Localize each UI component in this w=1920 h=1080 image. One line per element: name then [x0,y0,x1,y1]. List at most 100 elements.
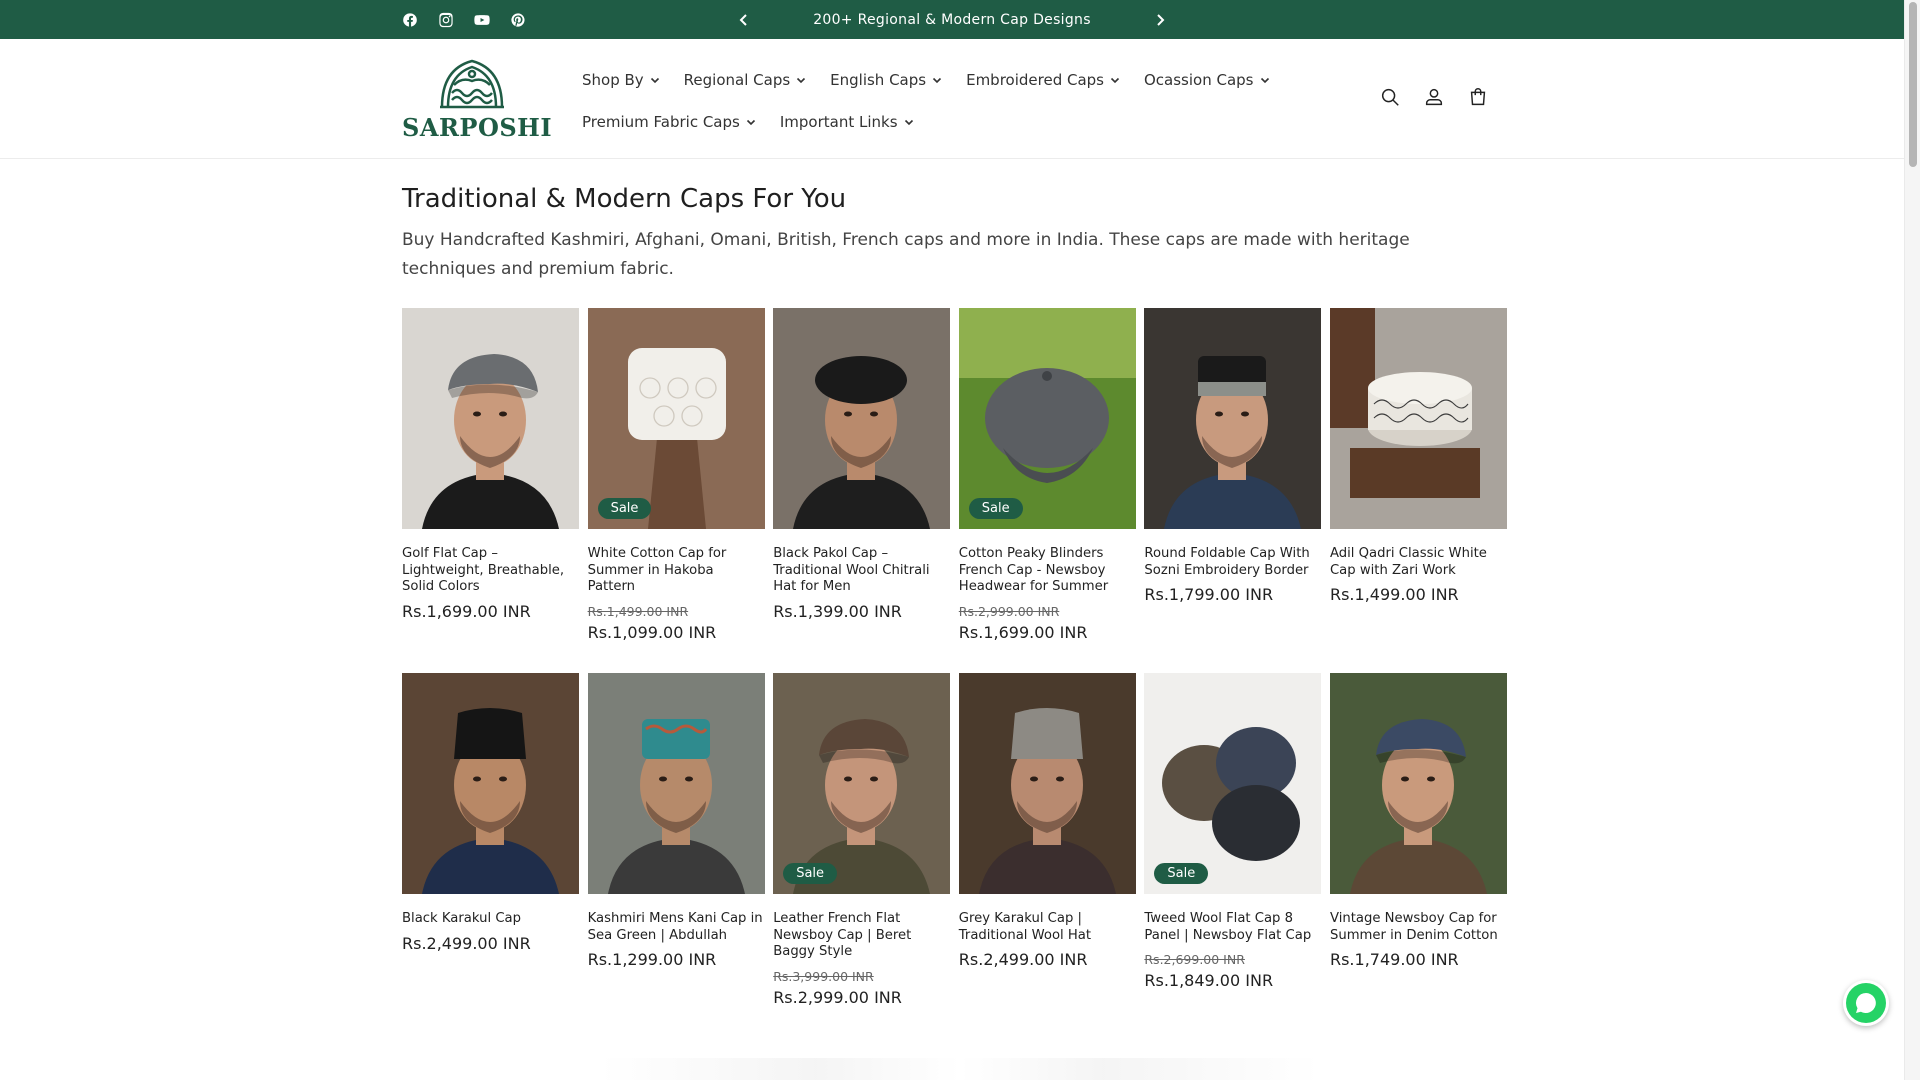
product-card[interactable]: Adil Qadri Classic White Cap with Zari W… [1329,308,1507,673]
product-price: Rs.1,699.00 INR [402,601,531,621]
chevron-left-icon[interactable] [732,8,756,32]
product-regular-price: Rs.2,699.00 INR [1144,952,1245,967]
chevron-down-icon [1260,71,1270,89]
nav-item-label: Embroidered Caps [966,71,1104,89]
announcement-bar: 200+ Regional & Modern Cap Designs [0,0,1904,39]
product-grid: Golf Flat Cap – Lightweight, Breathable,… [402,308,1507,1038]
youtube-icon[interactable] [472,10,492,30]
nav-item-regional-caps[interactable]: Regional Caps [672,71,818,89]
product-image[interactable]: Sale [773,673,951,894]
product-name[interactable]: Black Karakul Cap [402,911,579,928]
search-icon[interactable] [1378,85,1402,109]
product-card[interactable]: Grey Karakul Cap | Traditional Wool Hat R… [958,673,1136,1038]
nav-item-label: Important Links [779,113,898,131]
product-price: Rs.2,999.00 INR [773,987,902,1007]
product-price: Rs.1,849.00 INR [1144,971,1274,990]
product-price: Rs.1,699.00 INR [958,622,1088,642]
nav-item-label: Shop By [582,71,644,89]
product-name[interactable]: Round Foldable Cap With Sozni Embroidery… [1144,546,1321,579]
product-card[interactable]: Black Pakol Cap – Traditional Wool Chitr… [773,308,951,673]
collection-description: Buy Handcrafted Kashmiri, Afghani, Omani… [402,230,1410,279]
nav-item-premium-fabric-caps[interactable]: Premium Fabric Caps [570,113,768,131]
product-image[interactable] [1144,308,1322,529]
product-price: Rs.1,499.00 INR [1329,585,1459,604]
product-card[interactable]: Round Foldable Cap With Sozni Embroidery… [1144,308,1322,673]
product-regular-price: Rs.1,499.00 INR [587,603,689,619]
collection-title: Traditional & Modern Caps For You [402,184,847,214]
product-price: Rs.1,799.00 INR [1144,585,1274,604]
product-regular-price: Rs.3,999.00 INR [773,968,874,984]
site-logo[interactable]: SARPOSHI [402,55,553,143]
nav-item-label: Regional Caps [683,71,791,89]
product-name[interactable]: Cotton Peaky Blinders French Cap - Newsb… [959,546,1136,596]
main-navigation: Shop By Regional Caps English Caps Embroide… [570,59,1269,143]
product-price: Rs.1,749.00 INR [1329,950,1459,969]
product-image[interactable]: Sale [958,308,1136,529]
product-card[interactable]: Kashmiri Mens Kani Cap in Sea Green | Ab… [587,673,765,1038]
whatsapp-icon [1846,983,1886,1023]
product-price: Rs.2,499.00 INR [402,933,531,953]
logo-text: SARPOSHI [402,113,553,142]
sale-badge: Sale [783,863,838,884]
facebook-icon[interactable] [400,10,420,30]
product-price: Rs.1,299.00 INR [587,950,717,969]
nav-row-2: Premium Fabric Caps Important Links [570,101,1230,143]
social-links [400,10,528,30]
chevron-down-icon [650,71,660,89]
product-card[interactable]: Sale Cotton Peaky Blinders French Cap - N… [958,308,1136,673]
product-name[interactable]: Leather French Flat Newsboy Cap | Beret … [773,911,950,961]
product-name[interactable]: Black Pakol Cap – Traditional Wool Chitr… [773,546,950,596]
announcement-slider: 200+ Regional & Modern Cap Designs [732,0,1172,39]
nav-item-important-links[interactable]: Important Links [768,113,926,131]
chevron-down-icon [904,113,914,131]
page-scrollbar[interactable] [1904,0,1920,1080]
product-name[interactable]: Grey Karakul Cap | Traditional Wool Hat [959,911,1136,944]
product-image[interactable]: Sale [587,308,765,529]
product-image[interactable] [1329,673,1507,894]
chevron-right-icon[interactable] [1148,8,1172,32]
product-name[interactable]: Vintage Newsboy Cap for Summer in Denim … [1330,911,1507,944]
product-card[interactable]: Golf Flat Cap – Lightweight, Breathable,… [402,308,579,673]
product-image[interactable] [402,308,579,529]
product-card[interactable]: Sale Tweed Wool Flat Cap 8 Panel | Newsbo… [1144,673,1322,1038]
product-price: Rs.1,099.00 INR [587,622,717,642]
nav-item-label: Premium Fabric Caps [582,113,740,131]
product-image[interactable] [958,673,1136,894]
product-image[interactable] [773,308,951,529]
nav-item-ocassion-caps[interactable]: Ocassion Caps [1132,71,1282,89]
sale-badge: Sale [597,498,652,519]
chevron-down-icon [1110,71,1120,89]
product-card[interactable]: Black Karakul Cap Rs.2,499.00 INR [402,673,579,1038]
product-card[interactable]: Sale Leather French Flat Newsboy Cap | Be… [773,673,951,1038]
product-card[interactable]: Sale White Cotton Cap for Summer in Hakob… [587,308,765,673]
nav-item-embroidered-caps[interactable]: Embroidered Caps [954,71,1132,89]
product-name[interactable]: White Cotton Cap for Summer in Hakoba Pa… [588,546,765,596]
product-card[interactable]: Vintage Newsboy Cap for Summer in Denim … [1329,673,1507,1038]
product-regular-price: Rs.2,999.00 INR [958,603,1060,619]
sale-badge: Sale [1154,863,1209,884]
next-row-preview [600,1058,1320,1080]
announcement-text[interactable]: 200+ Regional & Modern Cap Designs [813,12,1091,28]
whatsapp-button[interactable] [1843,980,1889,1026]
product-price: Rs.2,499.00 INR [958,950,1088,969]
sale-badge: Sale [968,498,1023,519]
pinterest-icon[interactable] [508,10,528,30]
chevron-down-icon [796,71,806,89]
product-image[interactable] [402,673,579,894]
nav-item-label: English Caps [830,71,927,89]
site-header: SARPOSHI Shop By Regional Caps English Cap… [0,39,1904,159]
account-icon[interactable] [1422,85,1446,109]
product-image[interactable] [1329,308,1507,529]
product-image[interactable] [587,673,765,894]
instagram-icon[interactable] [436,10,456,30]
nav-item-english-caps[interactable]: English Caps [818,71,954,89]
cart-icon[interactable] [1466,85,1490,109]
product-name[interactable]: Tweed Wool Flat Cap 8 Panel | Newsboy Fl… [1144,911,1321,944]
scrollbar-thumb[interactable] [1909,2,1917,167]
product-name[interactable]: Golf Flat Cap – Lightweight, Breathable,… [402,546,579,596]
product-name[interactable]: Kashmiri Mens Kani Cap in Sea Green | Ab… [588,911,765,944]
product-image[interactable]: Sale [1144,673,1322,894]
nav-item-shop-by[interactable]: Shop By [570,71,672,89]
chevron-down-icon [746,113,756,131]
product-name[interactable]: Adil Qadri Classic White Cap with Zari W… [1330,546,1507,579]
